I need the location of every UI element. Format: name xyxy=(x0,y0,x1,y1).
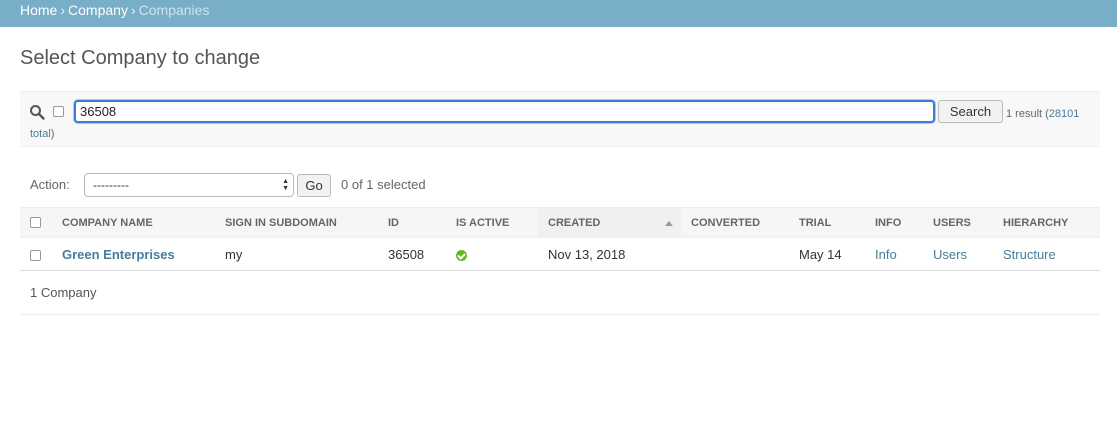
sort-ascending-icon[interactable] xyxy=(665,221,673,226)
paginator: 1 Company xyxy=(20,270,1100,315)
check-circle-icon xyxy=(456,249,467,261)
table-row: Green Enterprises my 36508 Nov 13, 2018 … xyxy=(20,237,1100,271)
converted-cell xyxy=(681,237,789,271)
column-trial[interactable]: Trial xyxy=(789,207,865,238)
id-cell: 36508 xyxy=(378,237,446,271)
column-id[interactable]: ID xyxy=(378,207,446,238)
breadcrumb-separator: › xyxy=(60,2,66,18)
created-cell: Nov 13, 2018 xyxy=(538,237,681,271)
action-select[interactable]: --------- ▲ ▼ xyxy=(84,173,294,197)
breadcrumb-home-link[interactable]: Home xyxy=(20,2,57,18)
go-button[interactable]: Go xyxy=(297,174,331,197)
hierarchy-cell: Structure xyxy=(993,237,1100,271)
trial-cell: May 14 xyxy=(789,237,865,271)
select-all-checkbox[interactable] xyxy=(30,217,41,229)
column-is-active[interactable]: Is active xyxy=(446,207,538,238)
search-toolbar: 1 result (28101 total) Search xyxy=(20,91,1100,147)
info-cell: Info xyxy=(865,237,923,271)
row-checkbox[interactable] xyxy=(30,249,41,261)
is-active-cell xyxy=(446,237,538,271)
breadcrumb-current: Companies xyxy=(138,2,210,18)
select-all-header xyxy=(20,207,52,238)
column-created[interactable]: Created xyxy=(538,207,681,238)
column-created-label: Created xyxy=(548,216,601,229)
column-sign-in-subdomain[interactable]: Sign in subdomain xyxy=(215,207,378,238)
select-arrows-icon: ▲ ▼ xyxy=(282,178,289,192)
column-converted[interactable]: Converted xyxy=(681,207,789,238)
table-header-row: Company name Sign in subdomain ID Is act… xyxy=(20,207,1100,238)
search-input[interactable] xyxy=(74,100,935,123)
company-name-link[interactable]: Green Enterprises xyxy=(62,247,175,262)
results-table: Company name Sign in subdomain ID Is act… xyxy=(20,207,1100,271)
column-company-name[interactable]: Company name xyxy=(52,207,215,238)
result-count-close: ) xyxy=(50,128,55,140)
actions-bar: Action: --------- ▲ ▼ Go 0 of 1 selected xyxy=(20,172,720,198)
selected-count: 0 of 1 selected xyxy=(341,177,426,192)
company-name-cell: Green Enterprises xyxy=(52,237,215,271)
breadcrumb: Home › Company › Companies xyxy=(0,0,1117,27)
column-hierarchy: Hierarchy xyxy=(993,207,1100,238)
structure-link[interactable]: Structure xyxy=(1003,247,1056,262)
subdomain-cell: my xyxy=(215,237,378,271)
action-label: Action: xyxy=(30,177,70,192)
result-count-text: 1 result ( xyxy=(1006,108,1049,120)
users-link[interactable]: Users xyxy=(933,247,967,262)
column-users: Users xyxy=(923,207,993,238)
users-cell: Users xyxy=(923,237,993,271)
search-button[interactable]: Search xyxy=(938,100,1003,123)
page-title: Select Company to change xyxy=(20,47,261,69)
action-select-value: --------- xyxy=(93,178,129,192)
breadcrumb-separator: › xyxy=(130,2,136,18)
info-link[interactable]: Info xyxy=(875,247,897,262)
row-select-cell xyxy=(20,237,52,271)
column-info: Info xyxy=(865,207,923,238)
breadcrumb-company-link[interactable]: Company xyxy=(68,2,128,18)
